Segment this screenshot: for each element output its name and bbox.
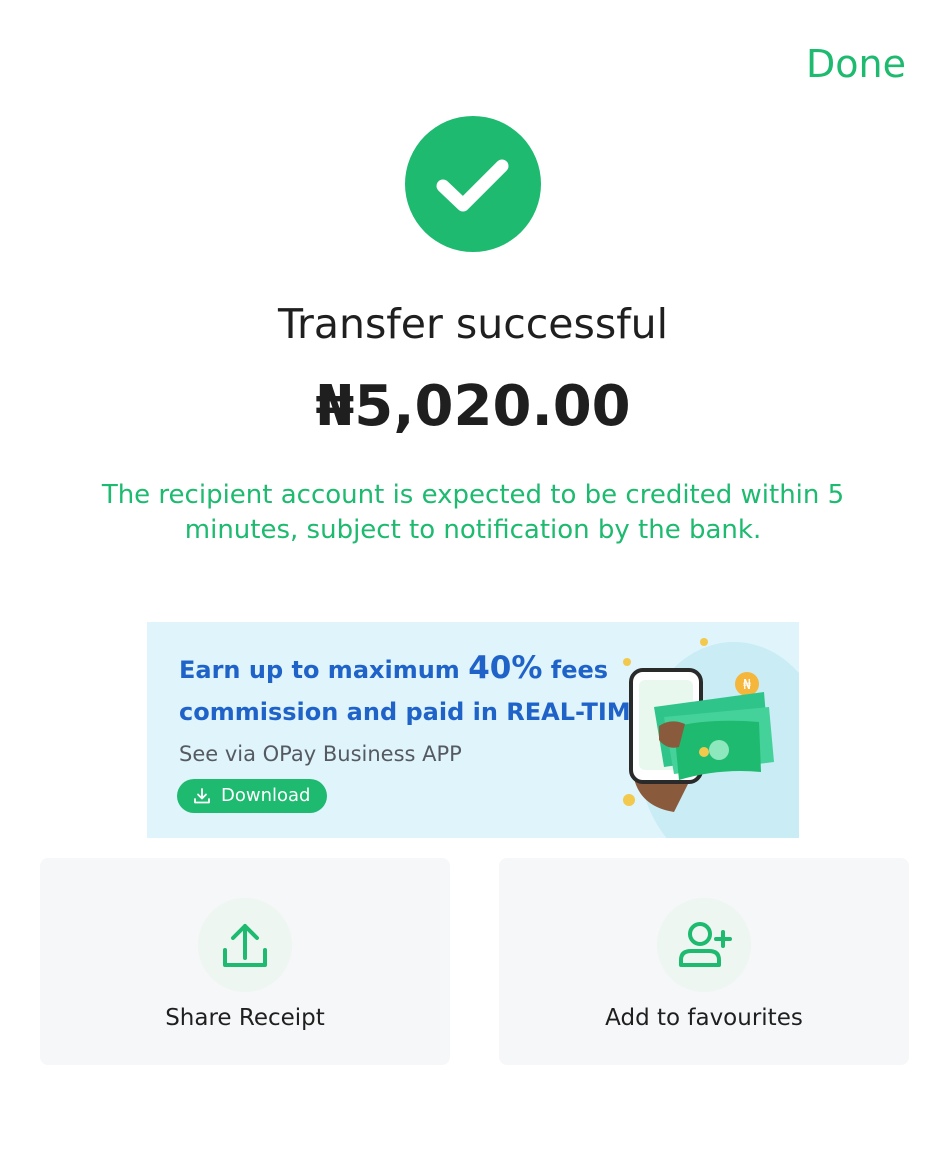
favourite-icon-circle bbox=[657, 898, 751, 992]
status-title: Transfer successful bbox=[277, 300, 669, 348]
share-receipt-button[interactable]: Share Receipt bbox=[40, 858, 450, 1065]
done-button[interactable]: Done bbox=[806, 40, 906, 88]
share-receipt-label: Share Receipt bbox=[165, 1005, 325, 1031]
download-label: Download bbox=[221, 785, 311, 806]
download-button[interactable]: Download bbox=[177, 779, 327, 813]
add-to-favourites-button[interactable]: Add to favourites bbox=[499, 858, 909, 1065]
banner-headline-prefix: Earn up to maximum bbox=[179, 656, 460, 684]
transfer-success-screen: Done Transfer successful ₦5,020.00 The r… bbox=[0, 0, 946, 1160]
success-badge bbox=[405, 116, 541, 252]
credit-notice: The recipient account is expected to be … bbox=[101, 480, 845, 545]
promo-banner[interactable]: Earn up to maximum 40% fees commission a… bbox=[147, 622, 799, 838]
banner-headline-suffix: fees bbox=[550, 656, 609, 684]
banner-subtitle: See via OPay Business APP bbox=[179, 742, 462, 766]
banner-headline-highlight: 40% bbox=[468, 650, 543, 686]
banner-headline-line1: Earn up to maximum 40% fees bbox=[179, 652, 608, 686]
download-icon bbox=[194, 788, 210, 804]
share-icon-circle bbox=[198, 898, 292, 992]
phone-cash-illustration: ₦ bbox=[623, 638, 774, 812]
add-to-favourites-label: Add to favourites bbox=[605, 1005, 803, 1031]
svg-text:₦: ₦ bbox=[743, 678, 752, 693]
transfer-amount: ₦5,020.00 bbox=[315, 374, 631, 439]
add-user-icon bbox=[679, 922, 732, 967]
banner-headline-line2: commission and paid in REAL-TIME bbox=[179, 698, 648, 726]
check-icon bbox=[436, 159, 509, 212]
share-upload-icon bbox=[223, 924, 267, 967]
